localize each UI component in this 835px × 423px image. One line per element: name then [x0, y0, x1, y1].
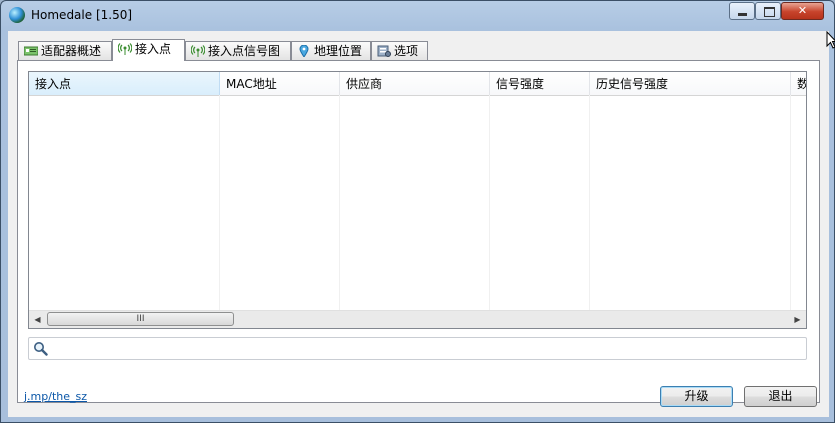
app-window: Homedale [1.50] ✕ 适配器概述 接入点 接入点信号图 地理位置 … [0, 0, 835, 423]
tab-label: 地理位置 [314, 44, 363, 58]
tab-access-point-signal-graph[interactable]: 接入点信号图 [185, 41, 291, 60]
access-point-table[interactable]: ^ 接入点 MAC地址 供应商 信号强度 历史信号强度 数 ◀ III [28, 71, 807, 329]
search-box[interactable] [28, 337, 807, 360]
column-label: MAC地址 [226, 77, 277, 91]
mouse-cursor-icon [826, 31, 835, 49]
arrow-right-icon: ▶ [794, 315, 801, 324]
column-header-vendor[interactable]: 供应商 [340, 72, 490, 95]
location-pin-icon [299, 45, 309, 57]
arrow-left-icon: ◀ [34, 315, 41, 324]
horizontal-scrollbar[interactable]: ◀ III ▶ [29, 310, 806, 328]
column-divider [219, 95, 220, 310]
column-label: 数 [797, 77, 806, 91]
column-header-signal-history[interactable]: 历史信号强度 [590, 72, 791, 95]
scroll-right-button[interactable]: ▶ [789, 311, 806, 328]
tab-label: 接入点 [135, 42, 172, 56]
tab-label: 适配器概述 [41, 44, 102, 58]
close-icon: ✕ [797, 4, 808, 17]
scroll-left-button[interactable]: ◀ [29, 311, 46, 328]
minimize-icon [738, 13, 747, 16]
tab-label: 接入点信号图 [208, 44, 281, 58]
client-area: 适配器概述 接入点 接入点信号图 地理位置 选项 ^ 接入点 MAC地址 供应商… [8, 31, 829, 417]
table-header: ^ 接入点 MAC地址 供应商 信号强度 历史信号强度 数 [29, 72, 806, 96]
globe-icon [9, 7, 25, 23]
minimize-button[interactable] [729, 2, 755, 20]
options-icon [377, 45, 391, 57]
column-divider [339, 95, 340, 310]
column-label: 历史信号强度 [596, 77, 669, 91]
maximize-button[interactable] [755, 2, 781, 20]
column-header-access-point[interactable]: ^ 接入点 [29, 72, 220, 95]
tab-panel: ^ 接入点 MAC地址 供应商 信号强度 历史信号强度 数 ◀ III [17, 60, 820, 403]
wifi-signal-icon [118, 43, 132, 55]
column-divider [489, 95, 490, 310]
maximize-icon [764, 7, 775, 17]
homepage-link[interactable]: j.mp/the_sz [24, 390, 87, 403]
column-header-signal-strength[interactable]: 信号强度 [490, 72, 590, 95]
column-label: 供应商 [346, 77, 383, 91]
network-adapter-icon [24, 46, 38, 56]
column-header-data[interactable]: 数 [791, 72, 806, 95]
column-label: 信号强度 [496, 77, 545, 91]
sort-ascending-icon: ^ [121, 71, 129, 78]
search-input[interactable] [53, 340, 797, 359]
tab-geo-location[interactable]: 地理位置 [291, 41, 371, 60]
title-bar[interactable]: Homedale [1.50] ✕ [1, 1, 834, 31]
wifi-signal-icon [191, 45, 205, 57]
column-header-mac-address[interactable]: MAC地址 [220, 72, 340, 95]
tab-options[interactable]: 选项 [371, 41, 428, 60]
column-divider [589, 95, 590, 310]
close-button[interactable]: ✕ [781, 2, 824, 20]
search-icon [34, 342, 48, 356]
tab-access-points[interactable]: 接入点 [112, 39, 185, 61]
window-title: Homedale [1.50] [31, 8, 133, 22]
column-divider [790, 95, 791, 310]
tab-label: 选项 [394, 44, 419, 58]
grip-icon: III [136, 314, 145, 324]
tab-adapter-overview[interactable]: 适配器概述 [18, 41, 112, 60]
column-label: 接入点 [35, 77, 72, 91]
upgrade-button[interactable]: 升级 [660, 386, 733, 407]
exit-button[interactable]: 退出 [744, 386, 817, 407]
scrollbar-thumb[interactable]: III [47, 312, 234, 326]
